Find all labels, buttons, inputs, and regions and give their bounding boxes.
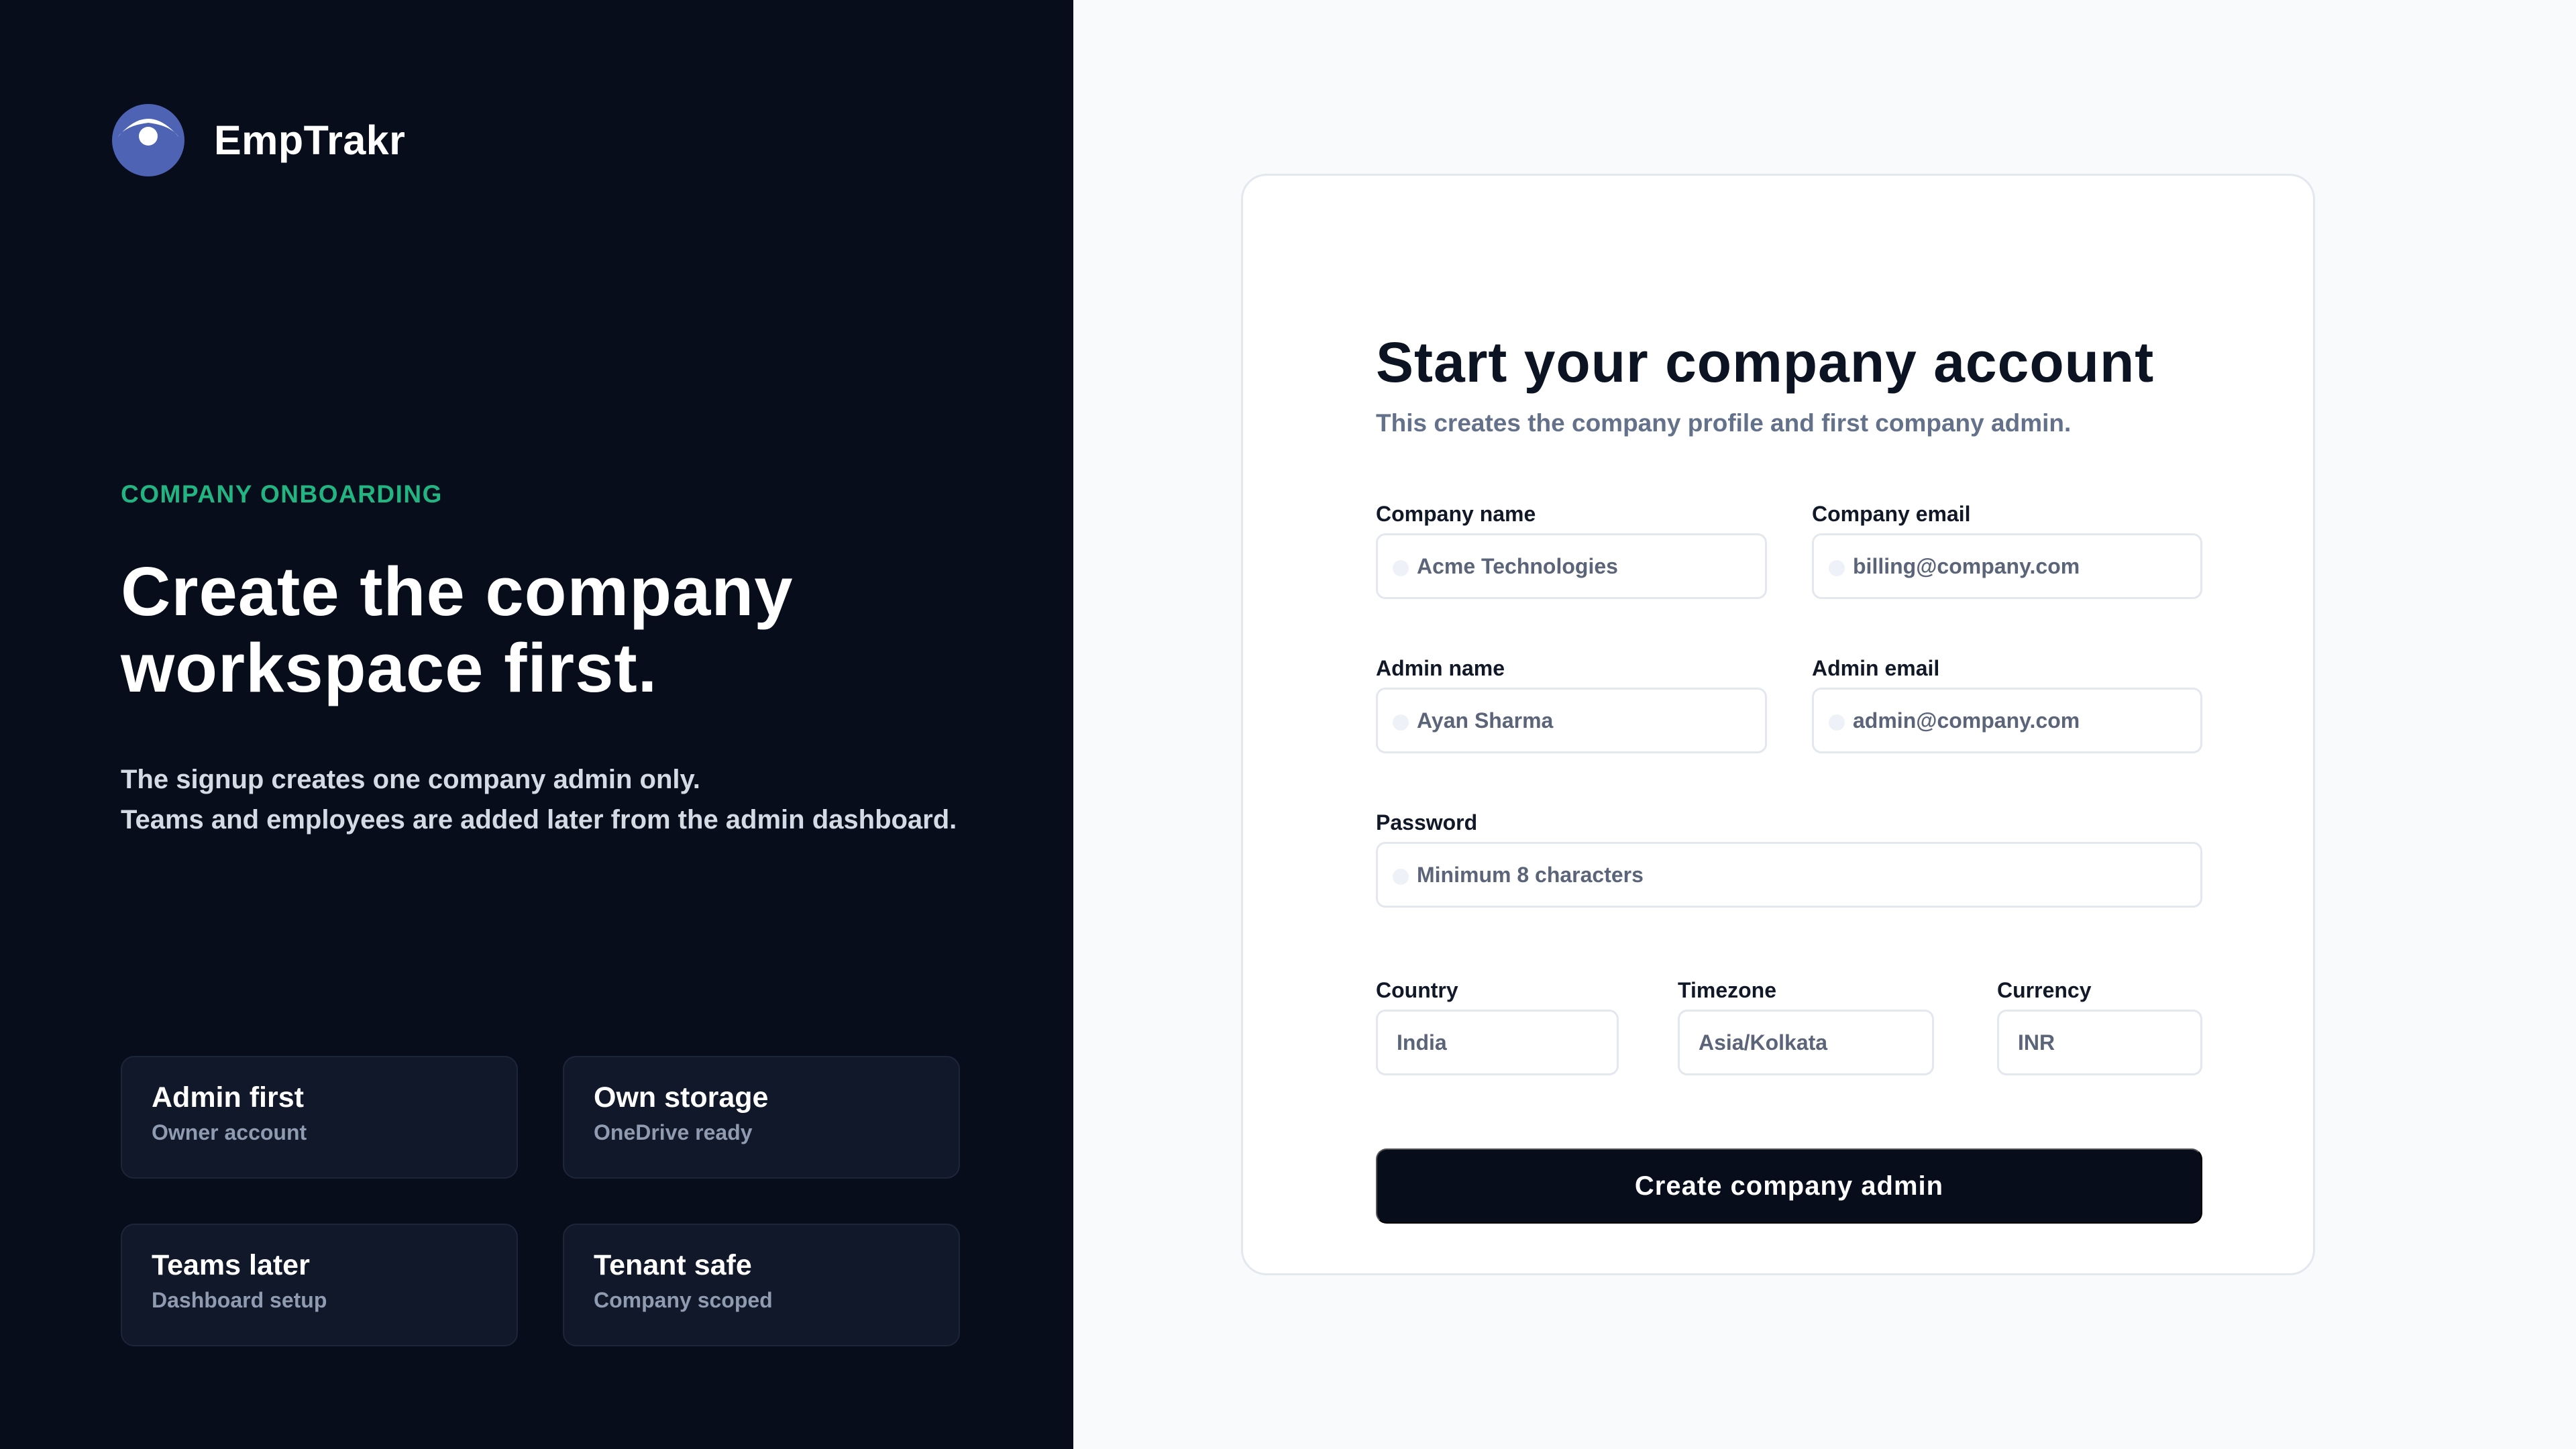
description-line-1: The signup creates one company admin onl… — [121, 765, 700, 794]
brand-name: EmpTrakr — [214, 117, 406, 163]
feature-title: Admin first — [152, 1081, 304, 1114]
company-email-input[interactable]: billing@company.com — [1812, 533, 2202, 599]
country-value: India — [1397, 1030, 1447, 1055]
field-dot-icon — [1393, 560, 1409, 576]
country-input[interactable]: India — [1376, 1010, 1619, 1075]
admin-email-label: Admin email — [1812, 656, 1940, 680]
feature-title: Own storage — [594, 1081, 769, 1114]
company-email-label: Company email — [1812, 502, 1971, 526]
field-dot-icon — [1393, 714, 1409, 731]
feature-subtitle: Company scoped — [594, 1288, 773, 1312]
feature-card-own-storage: Own storage OneDrive ready — [563, 1056, 960, 1179]
company-name-label: Company name — [1376, 502, 1536, 526]
eyebrow-label: COMPANY ONBOARDING — [121, 480, 443, 508]
admin-email-input[interactable]: admin@company.com — [1812, 688, 2202, 753]
form-subtitle: This creates the company profile and fir… — [1376, 409, 2072, 437]
admin-name-label: Admin name — [1376, 656, 1505, 680]
admin-name-input[interactable]: Ayan Sharma — [1376, 688, 1767, 753]
timezone-input[interactable]: Asia/Kolkata — [1678, 1010, 1934, 1075]
admin-name-placeholder: Ayan Sharma — [1417, 708, 1554, 733]
left-panel: EmpTrakr COMPANY ONBOARDING Create the c… — [0, 0, 1073, 1449]
country-label: Country — [1376, 978, 1458, 1002]
hero-title: Create the company workspace first. — [121, 553, 794, 706]
hero-description: The signup creates one company admin onl… — [121, 759, 1060, 840]
feature-subtitle: OneDrive ready — [594, 1120, 753, 1144]
company-email-placeholder: billing@company.com — [1853, 553, 2080, 578]
feature-title: Teams later — [152, 1249, 310, 1281]
field-dot-icon — [1829, 714, 1845, 731]
currency-label: Currency — [1997, 978, 2092, 1002]
admin-email-placeholder: admin@company.com — [1853, 708, 2080, 733]
field-dot-icon — [1829, 560, 1845, 576]
feature-card-teams-later: Teams later Dashboard setup — [121, 1224, 518, 1346]
feature-card-admin-first: Admin first Owner account — [121, 1056, 518, 1179]
description-line-2: Teams and employees are added later from… — [121, 805, 957, 835]
password-input[interactable]: Minimum 8 characters — [1376, 842, 2202, 908]
feature-title: Tenant safe — [594, 1249, 752, 1281]
currency-value: INR — [2018, 1030, 2055, 1055]
create-company-admin-button[interactable]: Create company admin — [1376, 1148, 2202, 1224]
company-name-placeholder: Acme Technologies — [1417, 553, 1618, 578]
timezone-label: Timezone — [1678, 978, 1776, 1002]
currency-input[interactable]: INR — [1997, 1010, 2202, 1075]
password-placeholder: Minimum 8 characters — [1417, 862, 1644, 887]
timezone-value: Asia/Kolkata — [1699, 1030, 1828, 1055]
form-title: Start your company account — [1376, 331, 2155, 394]
eye-logo-icon — [112, 104, 184, 176]
signup-card: Start your company account This creates … — [1241, 174, 2315, 1275]
brand: EmpTrakr — [111, 103, 405, 178]
feature-subtitle: Dashboard setup — [152, 1288, 327, 1312]
field-dot-icon — [1393, 869, 1409, 885]
company-name-input[interactable]: Acme Technologies — [1376, 533, 1767, 599]
password-label: Password — [1376, 810, 1478, 835]
feature-subtitle: Owner account — [152, 1120, 307, 1144]
feature-card-tenant-safe: Tenant safe Company scoped — [563, 1224, 960, 1346]
